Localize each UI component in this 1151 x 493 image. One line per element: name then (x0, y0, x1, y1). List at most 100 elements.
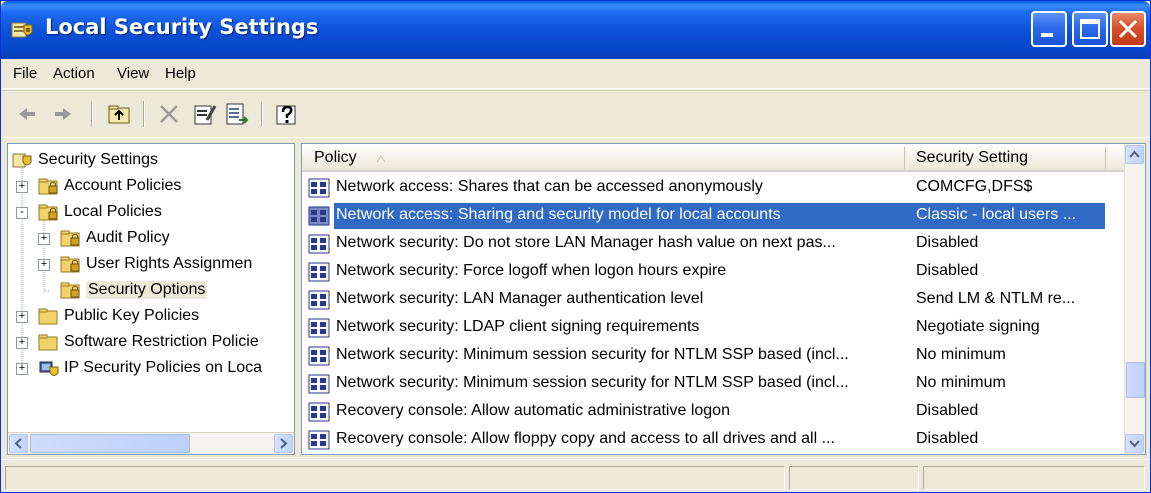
expand-icon[interactable]: + (38, 259, 50, 271)
properties-button[interactable] (191, 100, 219, 128)
title-bar[interactable]: Local Security Settings (1, 1, 1150, 59)
policy-setting-icon (308, 318, 330, 338)
folder-lock-icon (60, 256, 80, 273)
security-setting-value: Negotiate signing (916, 318, 1040, 335)
back-button[interactable] (13, 100, 41, 128)
table-row[interactable]: Recovery console: Allow automatic admini… (302, 398, 1125, 426)
tree-item-label: IP Security Policies on Loca (64, 359, 263, 376)
list-vertical-scrollbar[interactable] (1124, 144, 1145, 454)
security-setting-value: Disabled (916, 234, 979, 251)
menu-file[interactable]: File (13, 65, 37, 82)
delete-button[interactable] (155, 100, 183, 128)
expand-icon[interactable]: + (16, 337, 28, 349)
status-bar (1, 459, 1150, 492)
toolbar-separator (143, 101, 145, 127)
maximize-icon (1080, 19, 1100, 39)
policy-setting-icon (308, 290, 330, 310)
security-setting-value: Disabled (916, 430, 979, 447)
security-settings-icon (11, 22, 33, 38)
toolbar-separator (261, 101, 263, 127)
policy-setting-icon (308, 206, 330, 226)
column-header-security-setting[interactable]: Security Setting (916, 149, 1028, 167)
chevron-right-icon (280, 438, 288, 449)
tree-item-label: Software Restriction Policie (64, 333, 259, 350)
expand-icon[interactable]: + (38, 233, 50, 245)
policy-setting-icon (308, 374, 330, 394)
up-folder-button[interactable] (105, 100, 133, 128)
column-divider[interactable] (904, 147, 905, 169)
chevron-down-icon (1129, 440, 1140, 448)
toolbar-separator (91, 101, 93, 127)
security-setting-value: No minimum (916, 374, 1006, 391)
tree-horizontal-scrollbar[interactable] (8, 432, 294, 454)
table-row[interactable]: Network security: Do not store LAN Manag… (302, 230, 1125, 258)
policy-setting-icon (308, 402, 330, 422)
policy-name: Network access: Sharing and security mod… (336, 206, 781, 223)
tree-item-label: Account Policies (64, 177, 182, 194)
export-list-button[interactable] (223, 100, 251, 128)
status-panel (923, 466, 1145, 490)
expand-icon[interactable]: + (16, 181, 28, 193)
security-setting-value: Disabled (916, 402, 979, 419)
window-title: Local Security Settings (45, 15, 319, 39)
tree-item-label: Security Settings (38, 151, 159, 168)
policy-name: Recovery console: Allow floppy copy and … (336, 430, 835, 447)
maximize-button[interactable] (1072, 11, 1108, 47)
properties-icon (194, 105, 217, 125)
sort-ascending-icon (376, 155, 386, 163)
column-header-policy[interactable]: Policy (314, 149, 357, 167)
table-row[interactable]: Network security: Force logoff when logo… (302, 258, 1125, 286)
scroll-up-button[interactable] (1125, 145, 1144, 164)
table-row[interactable]: Network security: Minimum session securi… (302, 370, 1125, 398)
console-tree: Security Settings + Account Policies - Local… (7, 143, 295, 455)
tree-item-label: Audit Policy (86, 229, 170, 246)
menu-help[interactable]: Help (165, 65, 196, 82)
export-list-icon (226, 103, 249, 125)
policy-name: Network security: Force logoff when logo… (336, 262, 727, 279)
tree-item-label: Public Key Policies (64, 307, 200, 324)
close-button[interactable] (1110, 11, 1146, 47)
up-folder-icon (108, 105, 130, 124)
table-row[interactable]: Network security: LDAP client signing re… (302, 314, 1125, 342)
table-row[interactable]: Network access: Shares that can be acces… (302, 174, 1125, 202)
chevron-up-icon (1129, 150, 1140, 158)
forward-button[interactable] (49, 100, 77, 128)
policy-list: Policy Security Setting Network access: … (301, 143, 1146, 455)
scroll-left-button[interactable] (9, 434, 28, 453)
policy-name: Network security: LDAP client signing re… (336, 318, 700, 335)
policy-name: Recovery console: Allow automatic admini… (336, 402, 730, 419)
table-row[interactable]: Network access: Sharing and security mod… (302, 202, 1125, 230)
vertical-scroll-thumb[interactable] (1126, 362, 1145, 398)
status-panel (789, 466, 919, 490)
security-setting-value: COMCFG,DFS$ (916, 178, 1033, 195)
expand-icon[interactable]: + (16, 363, 28, 375)
minimize-button[interactable] (1031, 11, 1067, 47)
local-security-settings-window: Local Security Settings File Action View… (0, 0, 1151, 493)
menu-action[interactable]: Action (53, 65, 95, 82)
column-divider[interactable] (1105, 147, 1106, 169)
menu-view[interactable]: View (117, 65, 149, 82)
policy-name: Network security: Do not store LAN Manag… (336, 234, 836, 251)
horizontal-scroll-thumb[interactable] (30, 434, 190, 453)
policy-name: Network security: Minimum session securi… (336, 374, 849, 391)
security-setting-value: Disabled (916, 262, 979, 279)
folder-lock-icon (38, 204, 58, 221)
policy-setting-icon (308, 430, 330, 450)
scroll-right-button[interactable] (274, 434, 293, 453)
help-button[interactable] (273, 100, 301, 128)
expand-icon[interactable]: + (16, 311, 28, 323)
table-row[interactable]: Network security: LAN Manager authentica… (302, 286, 1125, 314)
folder-lock-icon (38, 178, 58, 195)
policy-setting-icon (308, 234, 330, 254)
collapse-icon[interactable]: - (16, 207, 28, 219)
close-icon (1118, 19, 1138, 39)
folder-icon (38, 334, 58, 351)
table-row[interactable]: Recovery console: Allow floppy copy and … (302, 426, 1125, 454)
table-row[interactable]: Network security: Minimum session securi… (302, 342, 1125, 370)
policy-setting-icon (308, 262, 330, 282)
status-panel-main (5, 466, 785, 490)
delete-icon (160, 105, 178, 123)
policy-name: Network security: Minimum session securi… (336, 346, 849, 363)
content-area: Security Settings + Account Policies - Local… (1, 139, 1150, 455)
scroll-down-button[interactable] (1125, 434, 1144, 453)
